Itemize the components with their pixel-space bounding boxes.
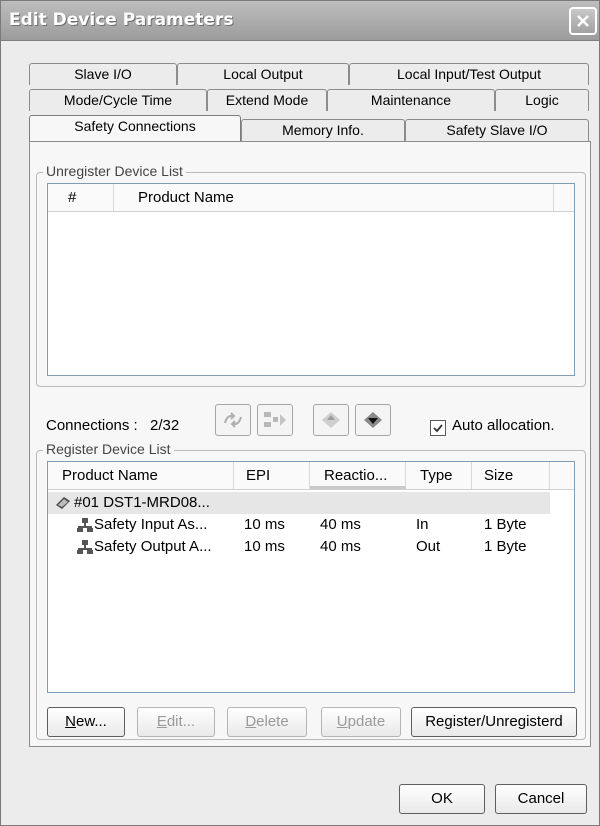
connection-size: 1 Byte (484, 516, 527, 533)
tab-extend-mode[interactable]: Extend Mode (207, 89, 327, 111)
register-list-header: Product Name EPI Reactio... Type Size (48, 462, 574, 490)
connection-name: Safety Input As... (94, 516, 208, 533)
tab-memory-info[interactable]: Memory Info. (241, 119, 405, 141)
connection-epi: 10 ms (244, 516, 285, 533)
connections-count: 2/32 (150, 417, 180, 434)
connection-epi: 10 ms (244, 538, 285, 555)
unregister-legend: Unregister Device List (43, 163, 186, 179)
title-bar[interactable]: Edit Device Parameters (1, 1, 599, 41)
connection-name: Safety Output A... (94, 538, 212, 555)
column-product-name[interactable]: Product Name (48, 462, 234, 489)
tab-safety-connections[interactable]: Safety Connections (29, 115, 241, 141)
checkmark-icon (433, 424, 443, 433)
move-up-button[interactable] (313, 404, 349, 436)
column-type[interactable]: Type (406, 462, 472, 489)
edit-button[interactable]: Edit... (137, 707, 215, 737)
dialog-window: Edit Device Parameters Slave I/O Local O… (0, 0, 600, 826)
register-device-group: Register Device List Product Name EPI Re… (36, 441, 586, 740)
column-number[interactable]: # (48, 184, 114, 211)
delete-label: elete (256, 713, 289, 730)
auto-arrange-button[interactable] (215, 404, 251, 436)
network-nodes-button[interactable] (257, 404, 293, 436)
table-row[interactable]: Safety Input As... 10 ms 40 ms In 1 Byte (48, 514, 574, 536)
connection-reaction: 40 ms (320, 516, 361, 533)
column-size[interactable]: Size (472, 462, 550, 489)
new-mnemonic: N (65, 713, 76, 730)
new-button[interactable]: New... (47, 707, 125, 737)
update-mnemonic: U (336, 713, 348, 730)
move-down-button[interactable] (355, 404, 391, 436)
new-label: ew... (75, 713, 107, 730)
device-name: #01 DST1-MRD08... (74, 494, 210, 511)
diamond-down-icon (364, 412, 382, 428)
unregister-device-group: Unregister Device List # Product Name (36, 163, 586, 387)
connections-label: Connections : (46, 417, 138, 434)
connection-type: In (416, 516, 429, 533)
window-title: Edit Device Parameters (9, 10, 234, 30)
connection-type: Out (416, 538, 441, 555)
safety-connections-panel: Unregister Device List # Product Name Co… (29, 141, 591, 747)
device-row[interactable]: #01 DST1-MRD08... (48, 492, 550, 514)
delete-mnemonic: D (245, 713, 257, 730)
update-label: pdate (347, 713, 386, 730)
tab-safety-slave-io[interactable]: Safety Slave I/O (405, 119, 589, 141)
edit-label: dit... (166, 713, 196, 730)
unregister-device-list[interactable]: # Product Name (47, 183, 575, 376)
tab-logic[interactable]: Logic (495, 89, 589, 111)
connection-reaction: 40 ms (320, 538, 361, 555)
tab-local-input-test-output[interactable]: Local Input/Test Output (349, 63, 589, 85)
delete-button[interactable]: Delete (227, 707, 307, 737)
connection-icon (76, 539, 94, 562)
column-reaction[interactable]: Reactio... (310, 462, 406, 489)
close-button[interactable] (569, 7, 597, 35)
table-row[interactable]: Safety Output A... 10 ms 40 ms Out 1 Byt… (48, 536, 574, 558)
tab-slave-io[interactable]: Slave I/O (29, 63, 177, 85)
edit-mnemonic: E (156, 713, 167, 730)
cancel-button[interactable]: Cancel (495, 784, 587, 814)
auto-arrange-icon (224, 412, 242, 428)
column-epi[interactable]: EPI (234, 462, 310, 489)
ok-button[interactable]: OK (399, 784, 485, 814)
network-nodes-icon (264, 412, 286, 427)
unregister-list-header: # Product Name (48, 184, 574, 212)
connection-size: 1 Byte (484, 538, 527, 555)
register-unregister-button[interactable]: Register/Unregisterd (411, 707, 577, 737)
auto-allocation-checkbox[interactable] (430, 420, 446, 436)
diamond-up-icon (322, 412, 340, 428)
tab-mode-cycle-time[interactable]: Mode/Cycle Time (29, 89, 207, 111)
register-device-list[interactable]: Product Name EPI Reactio... Type Size #0… (47, 461, 575, 693)
auto-allocation-label[interactable]: Auto allocation. (452, 417, 555, 434)
update-button[interactable]: Update (321, 707, 401, 737)
tab-local-output[interactable]: Local Output (177, 63, 349, 85)
close-icon (577, 15, 589, 27)
column-product-name[interactable]: Product Name (114, 184, 554, 211)
tab-maintenance[interactable]: Maintenance (327, 89, 495, 111)
register-legend: Register Device List (43, 441, 174, 457)
